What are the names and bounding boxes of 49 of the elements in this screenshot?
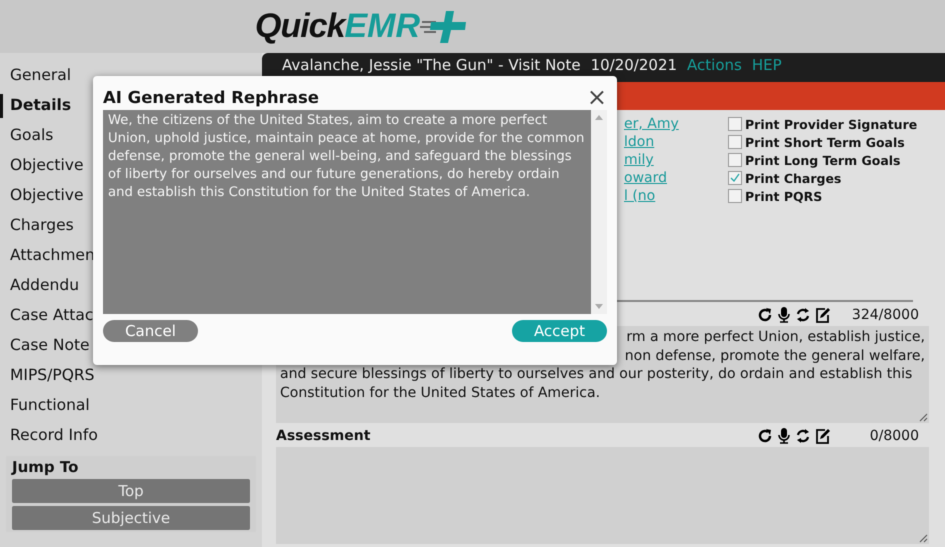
sync-icon[interactable]: [795, 428, 811, 444]
close-button[interactable]: ×: [586, 85, 607, 109]
provider-link[interactable]: mily: [624, 151, 654, 169]
provider-link[interactable]: ldon: [624, 133, 654, 151]
microphone-icon[interactable]: [777, 307, 791, 323]
accept-button[interactable]: Accept: [512, 320, 607, 342]
note-date: 10/20/2021: [590, 56, 678, 74]
option-label: Print Provider Signature: [745, 116, 918, 132]
microphone-icon[interactable]: [777, 428, 791, 444]
sidebar-item[interactable]: MIPS/PQRS: [0, 364, 262, 394]
note-text-line: rm a more perfect Union, establish justice,: [626, 328, 925, 346]
note-title: Avalanche, Jessie "The Gun" - Visit Note: [282, 56, 581, 74]
checkbox[interactable]: [728, 117, 742, 131]
edit-icon[interactable]: [815, 428, 831, 444]
provider-link[interactable]: er, Amy: [624, 115, 679, 133]
note-text-line: Constitution for the United States of America.: [280, 384, 600, 402]
note-text-line: non defense, promote the general welfare,: [624, 346, 925, 365]
jump-button[interactable]: Top: [12, 479, 250, 503]
header-link[interactable]: Actions: [687, 56, 742, 74]
logo-text: EMR: [344, 7, 420, 46]
section-title: Assessment: [276, 428, 370, 444]
refresh-icon[interactable]: [757, 307, 773, 323]
header-link[interactable]: HEP: [752, 56, 782, 74]
resize-grip-icon[interactable]: [919, 413, 928, 422]
rephrase-text-area[interactable]: We, the citizens of the United States, aim to create a more perfect Union, uphold justice, maintain peace at home, provide for the common defense, promote the general well-being, and safeguard the blessings of liberty for ourselves and our future generations, do hereby ordain and establish this Constitution for the United States of America.: [103, 110, 607, 314]
checkbox[interactable]: [728, 189, 742, 203]
option-label: Print Long Term Goals: [745, 152, 900, 168]
note-text-line: and secure blessings of liberty to ourselves and our posterity, do ordain and establish this: [280, 365, 912, 384]
checkbox[interactable]: [728, 135, 742, 149]
refresh-icon[interactable]: [757, 428, 773, 444]
character-counter: 324/8000: [850, 307, 920, 323]
sidebar-item[interactable]: Functional: [0, 394, 262, 424]
jump-button[interactable]: Subjective: [12, 506, 250, 530]
sidebar-item[interactable]: Record Info: [0, 424, 262, 454]
resize-grip-icon[interactable]: [919, 534, 928, 543]
option-label: Print PQRS: [745, 188, 822, 204]
character-counter: 0/8000: [868, 428, 920, 444]
jump-title: Jump To: [12, 458, 80, 476]
option-label: Print Short Term Goals: [745, 134, 905, 150]
sync-icon[interactable]: [795, 307, 811, 323]
logo-text: Quick: [255, 7, 344, 46]
provider-link[interactable]: oward: [624, 169, 667, 187]
option-label: Print Charges: [745, 170, 842, 186]
cancel-button[interactable]: Cancel: [103, 320, 198, 342]
dialog-title: AI Generated Rephrase: [103, 88, 319, 106]
checkbox[interactable]: [728, 171, 742, 185]
edit-icon[interactable]: [815, 307, 831, 323]
provider-link[interactable]: l (no: [624, 187, 656, 205]
checkbox[interactable]: [728, 153, 742, 167]
